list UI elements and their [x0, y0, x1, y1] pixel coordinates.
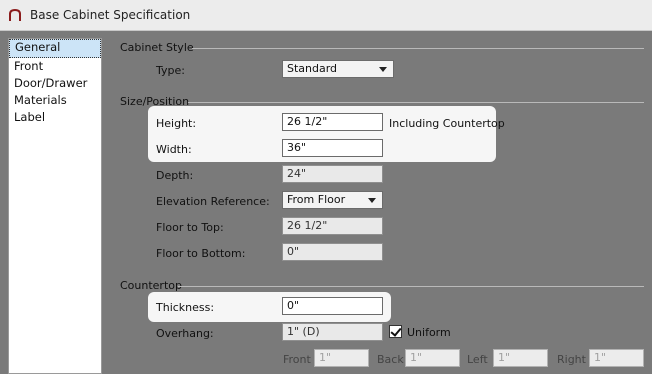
height-field[interactable]: 26 1/2": [282, 113, 383, 131]
floor-to-bottom-field[interactable]: 0": [282, 243, 383, 261]
height-note: Including Countertop: [389, 117, 505, 130]
nav-item-door-drawer[interactable]: Door/Drawer: [9, 75, 101, 92]
nav-item-materials[interactable]: Materials: [9, 92, 101, 109]
depth-field[interactable]: 24": [282, 165, 383, 183]
elevation-reference-value: From Floor: [287, 193, 346, 206]
overhang-field[interactable]: 1" (D): [282, 323, 383, 341]
right-label: Right: [557, 353, 586, 366]
app-logo-icon: [9, 8, 21, 21]
floor-to-top-label: Floor to Top:: [156, 221, 224, 234]
thickness-label: Thickness:: [156, 301, 215, 314]
nav-item-label[interactable]: Label: [9, 109, 101, 126]
type-dropdown[interactable]: Standard: [282, 60, 394, 78]
floor-to-bottom-label: Floor to Bottom:: [156, 247, 246, 260]
overhang-label: Overhang:: [156, 327, 214, 340]
nav-item-front[interactable]: Front: [9, 58, 101, 75]
width-field[interactable]: 36": [282, 139, 383, 157]
size-position-divider: [188, 102, 644, 103]
depth-label: Depth:: [156, 169, 194, 182]
cabinet-style-divider: [192, 48, 644, 49]
left-label: Left: [467, 353, 488, 366]
front-overhang-field[interactable]: 1": [314, 349, 369, 367]
height-label: Height:: [156, 117, 197, 130]
type-label: Type:: [156, 64, 185, 77]
back-label: Back: [377, 353, 404, 366]
left-overhang-field[interactable]: 1": [493, 349, 548, 367]
elevation-reference-dropdown[interactable]: From Floor: [282, 191, 383, 209]
type-dropdown-value: Standard: [287, 62, 338, 75]
window-title: Base Cabinet Specification: [30, 8, 191, 22]
nav-item-general[interactable]: General: [9, 39, 101, 58]
elevation-reference-label: Elevation Reference:: [156, 195, 270, 208]
cabinet-style-heading: Cabinet Style: [120, 41, 194, 54]
back-overhang-field[interactable]: 1": [405, 349, 460, 367]
chevron-down-icon: [368, 198, 376, 203]
floor-to-top-field[interactable]: 26 1/2": [282, 217, 383, 235]
right-overhang-field[interactable]: 1": [589, 349, 644, 367]
width-label: Width:: [156, 143, 192, 156]
category-list[interactable]: General Front Door/Drawer Materials Labe…: [8, 38, 102, 374]
front-label: Front: [283, 353, 311, 366]
title-bar: Base Cabinet Specification: [0, 0, 652, 31]
chevron-down-icon: [379, 67, 387, 72]
thickness-field[interactable]: 0": [282, 297, 383, 315]
uniform-checkbox[interactable]: [389, 325, 402, 338]
uniform-label: Uniform: [407, 326, 451, 339]
countertop-heading: Countertop: [120, 279, 182, 292]
countertop-divider: [178, 286, 644, 287]
